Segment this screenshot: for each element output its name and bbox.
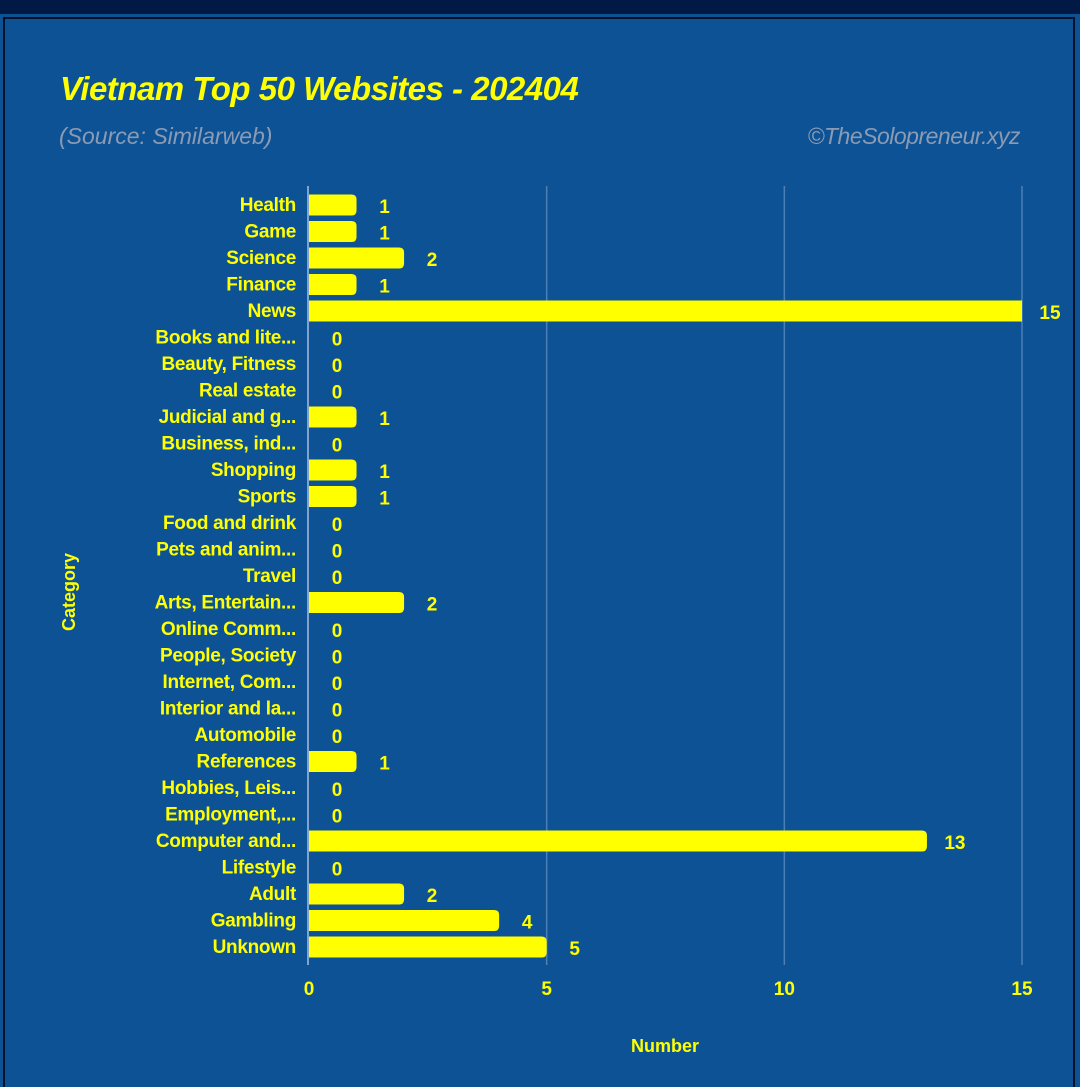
x-tick-label: 5 (541, 979, 552, 1000)
category-label: Books and lite... (155, 328, 296, 349)
category-label: Computer and... (156, 831, 296, 852)
value-label: 2 (427, 250, 438, 271)
category-label: References (197, 752, 296, 773)
value-label: 0 (332, 674, 343, 695)
value-label: 1 (379, 197, 390, 218)
value-label: 0 (332, 780, 343, 801)
value-label: 5 (569, 939, 580, 960)
category-label: Arts, Entertain... (155, 593, 296, 614)
value-label: 1 (379, 489, 390, 510)
value-label: 1 (379, 224, 390, 245)
category-label: Health (240, 195, 296, 216)
category-labels: Health Game Science Finance News Books and li… (155, 195, 298, 958)
category-label: Hobbies, Leis... (161, 778, 296, 799)
category-label: Interior and la... (160, 699, 296, 720)
bar (309, 300, 1022, 322)
bar (309, 830, 927, 852)
x-tick-labels: 0 5 10 15 (304, 979, 1033, 1000)
category-label: Real estate (199, 381, 296, 402)
bar-chart: Health Game Science Finance News Books and li… (59, 186, 1061, 1056)
value-label: 0 (332, 701, 343, 722)
y-axis-title: Category (59, 553, 79, 631)
value-label: 1 (379, 754, 390, 775)
value-label: 4 (522, 913, 533, 934)
category-label: Sports (238, 487, 296, 508)
category-label: Internet, Com... (163, 672, 297, 693)
value-label: 0 (332, 330, 343, 351)
bar (309, 936, 547, 958)
x-tick-label: 10 (774, 979, 795, 1000)
category-label: Game (244, 222, 296, 243)
x-tick-label: 0 (304, 979, 315, 1000)
value-label: 0 (332, 621, 343, 642)
value-label: 0 (332, 436, 343, 457)
category-label: Unknown (213, 937, 296, 958)
bar (309, 274, 357, 295)
value-label: 2 (427, 595, 438, 616)
category-label: Judicial and g... (159, 407, 296, 428)
category-label: Automobile (195, 725, 297, 746)
value-label: 0 (332, 383, 343, 404)
category-label: People, Society (160, 646, 297, 667)
category-label: Shopping (211, 460, 296, 481)
value-label: 15 (1039, 303, 1061, 324)
category-label: Beauty, Fitness (161, 354, 296, 375)
bar (309, 221, 357, 242)
category-label: Gambling (211, 911, 296, 932)
bar (309, 592, 405, 613)
value-label: 2 (427, 886, 438, 907)
value-label: 0 (332, 515, 343, 536)
value-label: 1 (379, 462, 390, 483)
category-label: Business, ind... (161, 434, 296, 455)
category-label: Lifestyle (222, 858, 296, 879)
category-label: Pets and anim... (156, 540, 296, 561)
value-label: 0 (332, 568, 343, 589)
value-label: 0 (332, 727, 343, 748)
category-label: Science (226, 248, 296, 269)
category-label: Adult (249, 884, 297, 905)
value-label: 1 (379, 277, 390, 298)
bar (309, 194, 357, 216)
bar (309, 751, 357, 772)
bar (309, 406, 357, 428)
bar (309, 883, 405, 905)
value-label: 0 (332, 648, 343, 669)
bar (309, 459, 357, 481)
bar (309, 247, 405, 269)
value-label: 0 (332, 860, 343, 881)
x-axis-title: Number (631, 1036, 699, 1056)
bar (309, 910, 500, 931)
x-tick-label: 15 (1011, 979, 1033, 1000)
bars (309, 194, 1022, 958)
category-label: Food and drink (163, 513, 297, 534)
category-label: Employment,... (165, 805, 296, 826)
value-label: 1 (379, 409, 390, 430)
category-label: Online Comm... (161, 619, 296, 640)
value-label: 13 (944, 833, 965, 854)
value-label: 0 (332, 542, 343, 563)
value-label: 0 (332, 807, 343, 828)
category-label: Travel (243, 566, 296, 587)
bar (309, 486, 357, 507)
category-label: News (248, 301, 296, 322)
value-label: 0 (332, 356, 343, 377)
category-label: Finance (226, 275, 296, 296)
